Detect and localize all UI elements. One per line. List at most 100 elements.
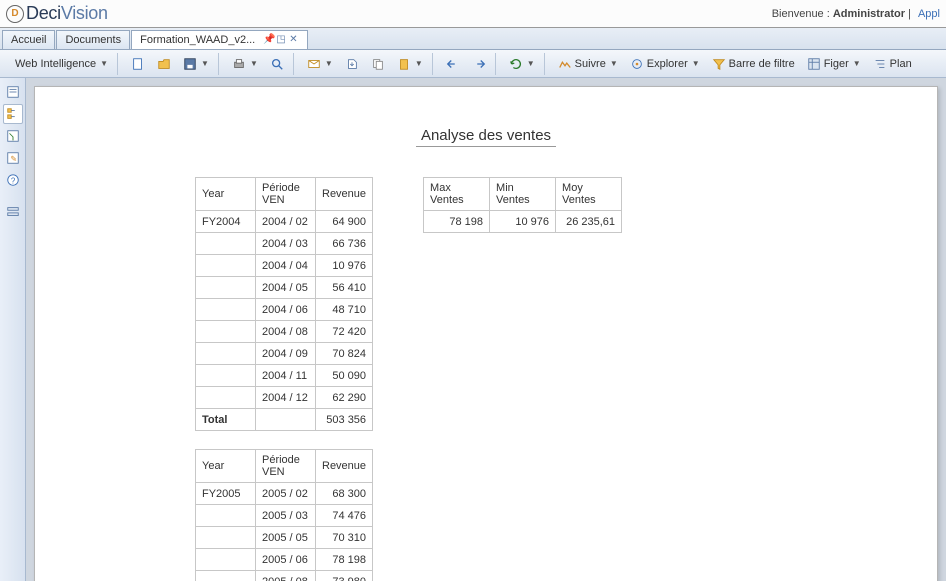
table-row: 2004 / 0872 420	[196, 321, 373, 343]
webi-menu[interactable]: Web Intelligence▼	[10, 55, 113, 73]
cell-period: 2005 / 08	[256, 571, 316, 581]
cell-revenue: 70 310	[316, 527, 373, 549]
cell-revenue: 50 090	[316, 365, 373, 387]
table-row: 2004 / 0970 824	[196, 343, 373, 365]
report-canvas[interactable]: Analyse des ventes Year Période VEN Reve…	[26, 78, 946, 581]
cell-period: 2004 / 04	[256, 255, 316, 277]
filter-bar-button[interactable]: Barre de filtre	[707, 54, 800, 74]
cell-year	[196, 343, 256, 365]
save-button[interactable]: ▼	[178, 54, 214, 74]
table-row: FY20042004 / 0264 900	[196, 211, 373, 233]
tab-controls: 📌 ◳ ✕	[263, 35, 299, 45]
cell-period: 2004 / 08	[256, 321, 316, 343]
cell-period: 2004 / 02	[256, 211, 316, 233]
col-revenue: Revenue	[316, 178, 373, 211]
cell-year	[196, 549, 256, 571]
nav-help-button[interactable]: ?	[3, 170, 23, 190]
webi-label: Web Intelligence	[15, 58, 96, 70]
cell-revenue: 64 900	[316, 211, 373, 233]
brand-suffix: Vision	[61, 3, 108, 23]
table-row: 2005 / 0678 198	[196, 549, 373, 571]
report-title: Analyse des ventes	[416, 127, 556, 147]
nav-summary-button[interactable]	[3, 82, 23, 102]
cell-year	[196, 321, 256, 343]
outline-button[interactable]: Plan	[868, 54, 917, 74]
cell-revenue: 48 710	[316, 299, 373, 321]
svg-text:?: ?	[10, 177, 15, 186]
cell-period: 2005 / 03	[256, 505, 316, 527]
table-fy2004[interactable]: Year Période VEN Revenue FY20042004 / 02…	[195, 177, 373, 431]
table-total-row: Total503 356	[196, 409, 373, 431]
brand-logo: D DeciVision	[6, 3, 108, 24]
tab-home[interactable]: Accueil	[2, 30, 55, 49]
cell-year	[196, 277, 256, 299]
table-row: 2004 / 0410 976	[196, 255, 373, 277]
new-button[interactable]	[126, 54, 150, 74]
close-icon[interactable]: ✕	[289, 35, 299, 45]
paste-button[interactable]: ▼	[392, 54, 428, 74]
tab-documents[interactable]: Documents	[56, 30, 130, 49]
pin-icon[interactable]: 📌	[263, 35, 273, 45]
user-name: Administrator	[833, 8, 905, 20]
table-row: 2004 / 1262 290	[196, 387, 373, 409]
table-row: 78 198 10 976 26 235,61	[424, 211, 622, 233]
brand-prefix: Deci	[26, 3, 61, 23]
email-button[interactable]: ▼	[302, 54, 338, 74]
nav-data-button[interactable]: ✎	[3, 148, 23, 168]
col-period: Période VEN	[256, 178, 316, 211]
cell-year	[196, 571, 256, 581]
table-stats[interactable]: Max Ventes Min Ventes Moy Ventes 78 198 …	[423, 177, 622, 233]
copy-button[interactable]	[366, 54, 390, 74]
cell-year	[196, 387, 256, 409]
table-header-row: Year Période VEN Revenue	[196, 450, 373, 483]
print-button[interactable]: ▼	[227, 54, 263, 74]
freeze-button[interactable]: Figer▼	[802, 54, 866, 74]
cell-period: 2004 / 03	[256, 233, 316, 255]
cell-year	[196, 527, 256, 549]
chevron-down-icon: ▼	[250, 59, 258, 68]
chevron-down-icon: ▼	[415, 59, 423, 68]
suivre-button[interactable]: Suivre ▼	[553, 54, 623, 74]
table-header-row: Max Ventes Min Ventes Moy Ventes	[424, 178, 622, 211]
cell-period: 2005 / 06	[256, 549, 316, 571]
undo-button[interactable]	[441, 54, 465, 74]
cell-revenue: 56 410	[316, 277, 373, 299]
nav-properties-button[interactable]	[3, 202, 23, 222]
chevron-down-icon: ▼	[610, 59, 618, 68]
cell-year	[196, 233, 256, 255]
find-button[interactable]	[265, 54, 289, 74]
nav-filters-button[interactable]	[3, 126, 23, 146]
table-row: 2005 / 0570 310	[196, 527, 373, 549]
cell-revenue: 74 476	[316, 505, 373, 527]
suivre-label: Suivre	[575, 58, 606, 70]
popout-icon[interactable]: ◳	[276, 35, 286, 45]
cell-period: 2004 / 05	[256, 277, 316, 299]
chevron-down-icon: ▼	[201, 59, 209, 68]
print-group: ▼	[223, 53, 294, 75]
table-row: FY20052005 / 0268 300	[196, 483, 373, 505]
table-row: 2004 / 1150 090	[196, 365, 373, 387]
cell-year	[196, 505, 256, 527]
chevron-down-icon: ▼	[325, 59, 333, 68]
nav-map-button[interactable]	[3, 104, 23, 124]
cell-revenue: 73 980	[316, 571, 373, 581]
explorer-button[interactable]: Explorer▼	[625, 54, 705, 74]
applications-link[interactable]: Appl	[918, 8, 940, 20]
open-button[interactable]	[152, 54, 176, 74]
cell-revenue: 72 420	[316, 321, 373, 343]
separator: |	[908, 8, 914, 20]
table-row: 2004 / 0648 710	[196, 299, 373, 321]
welcome-prefix: Bienvenue :	[772, 8, 830, 20]
redo-button[interactable]	[467, 54, 491, 74]
table-row: 2004 / 0556 410	[196, 277, 373, 299]
cell-max: 78 198	[424, 211, 490, 233]
tab-current-document[interactable]: Formation_WAAD_v2... 📌 ◳ ✕	[131, 30, 308, 49]
refresh-button[interactable]: ▼	[504, 54, 540, 74]
export-button[interactable]	[340, 54, 364, 74]
cell-year	[196, 255, 256, 277]
table-fy2005[interactable]: Year Période VEN Revenue FY20052005 / 02…	[195, 449, 373, 581]
cell-period: 2004 / 11	[256, 365, 316, 387]
cell-revenue: 66 736	[316, 233, 373, 255]
main-area: ✎ ? Analyse des ventes Year Période VEN …	[0, 78, 946, 581]
table-header-row: Year Période VEN Revenue	[196, 178, 373, 211]
